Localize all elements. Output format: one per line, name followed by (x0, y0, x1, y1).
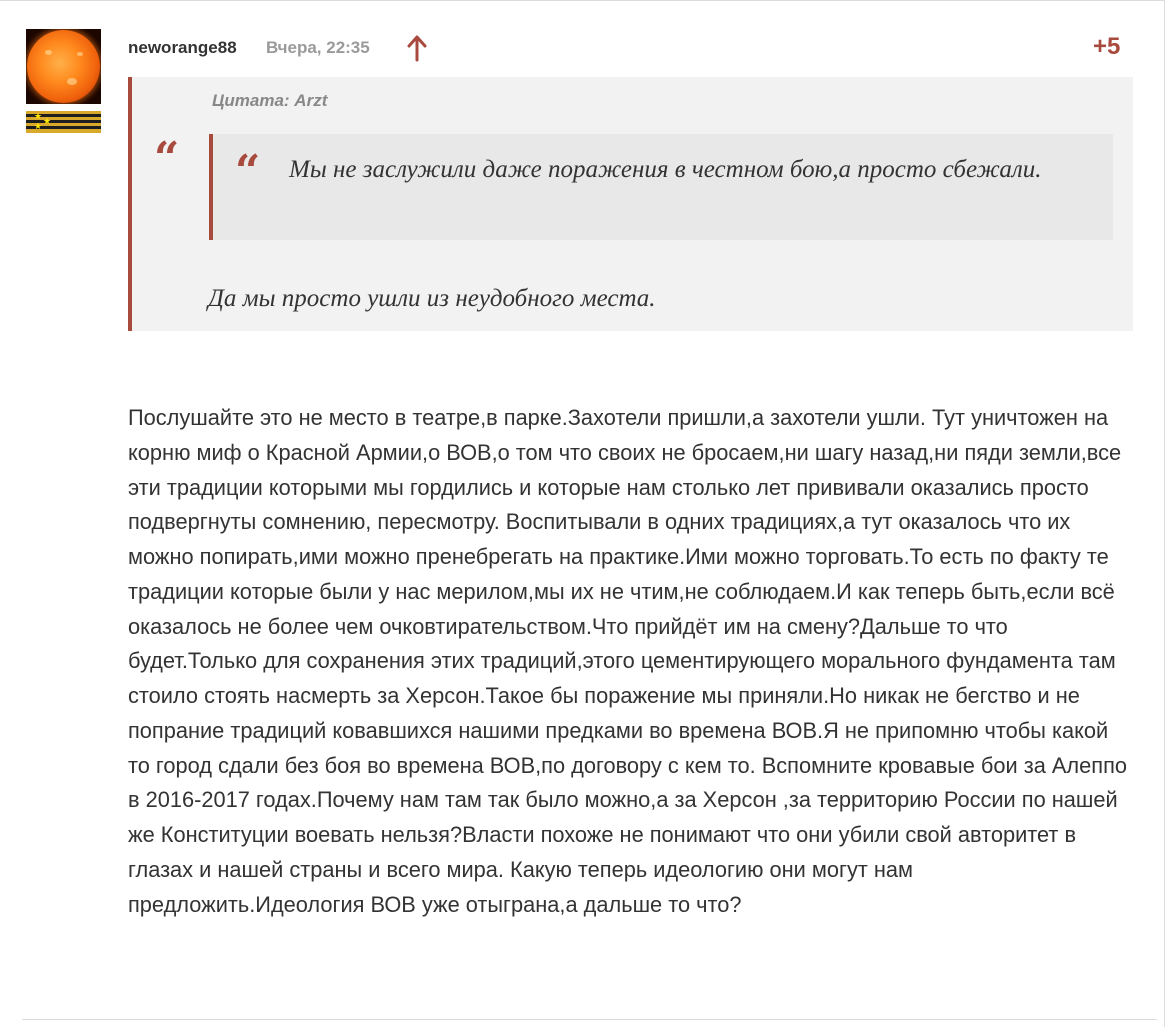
quote-mark-icon: “ (235, 146, 261, 197)
comment-divider (22, 1019, 1157, 1020)
star-icon: ★ (34, 111, 43, 121)
avatar[interactable] (26, 29, 101, 104)
star-icon: ★ (34, 121, 43, 131)
frame-top-border (0, 0, 1165, 1)
quote-reply-text: Да мы просто ушли из неудобного места. (208, 285, 656, 312)
rank-badge: ★ ★ ★ (26, 111, 101, 133)
arrow-up-icon[interactable] (405, 34, 429, 62)
quote-mark-icon: “ (154, 133, 180, 184)
star-icon: ★ (43, 116, 52, 126)
quote-source: Цитата: Arzt (212, 91, 328, 110)
comment-timestamp[interactable]: Вчера, 22:35 (266, 38, 370, 58)
nested-quote-text: Мы не заслужили даже поражения в честном… (289, 156, 1042, 183)
author-name[interactable]: neworange88 (128, 38, 237, 58)
sun-avatar-image (27, 30, 100, 103)
comment-score: +5 (1093, 33, 1121, 60)
quote-block: “ Цитата: Arzt “ Мы не заслужили даже по… (128, 77, 1133, 331)
comment-body: Послушайте это не место в театре,в парке… (128, 405, 1127, 917)
nested-quote-block: “ Мы не заслужили даже поражения в честн… (209, 134, 1113, 240)
